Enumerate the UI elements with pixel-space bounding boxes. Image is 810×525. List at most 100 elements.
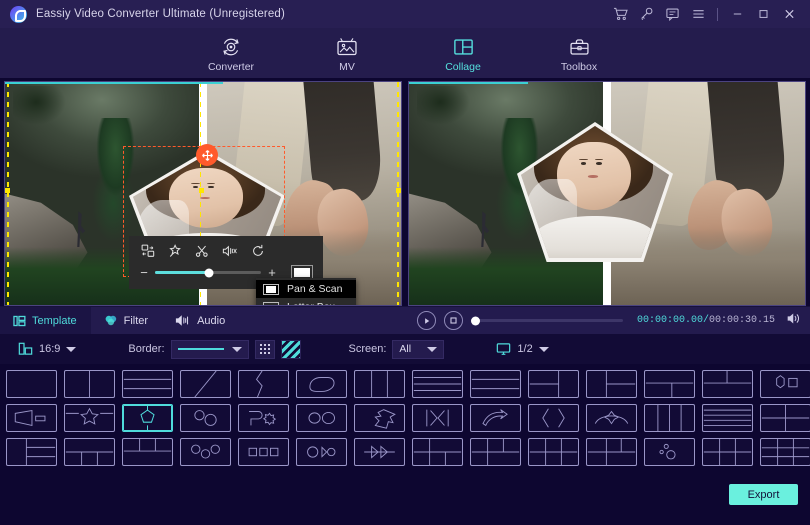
- close-button[interactable]: [776, 1, 802, 27]
- template-flag-shape[interactable]: [6, 404, 57, 432]
- template-three-squares[interactable]: [238, 438, 289, 466]
- converter-icon: [220, 36, 242, 58]
- template-two-circles-a[interactable]: [180, 404, 231, 432]
- template-fan-shape[interactable]: [586, 404, 637, 432]
- dropdown-label-letter-box: Letter Box: [287, 301, 335, 305]
- template-hex-square[interactable]: [760, 370, 810, 398]
- template-pentagon[interactable]: [122, 404, 173, 432]
- options-bar: 16:9 Border: Screen: All 1/2: [0, 334, 810, 364]
- stop-button[interactable]: [444, 311, 463, 330]
- guide-line-left: [7, 82, 9, 305]
- page-control[interactable]: 1/2: [496, 342, 549, 356]
- dropdown-item-pan-scan[interactable]: Pan & Scan: [256, 280, 356, 298]
- screen-chevron-down-icon[interactable]: [427, 346, 438, 352]
- replace-icon[interactable]: [141, 244, 155, 258]
- feedback-icon[interactable]: [659, 1, 685, 27]
- template-cross-shape[interactable]: [412, 404, 463, 432]
- move-handle[interactable]: [196, 144, 218, 166]
- zoom-out-button[interactable]: −: [139, 266, 149, 279]
- dropdown-item-letter-box[interactable]: Letter Box: [256, 298, 356, 305]
- template-3panel-c[interactable]: [644, 370, 695, 398]
- maximize-button[interactable]: [750, 1, 776, 27]
- template-diagonal[interactable]: [180, 370, 231, 398]
- template-grid-9[interactable]: [760, 438, 810, 466]
- template-3col[interactable]: [354, 370, 405, 398]
- template-2col-left-split[interactable]: [528, 370, 579, 398]
- mv-icon: [335, 36, 359, 58]
- template-bowtie[interactable]: [528, 404, 579, 432]
- output-eye-right: [596, 162, 602, 166]
- template-grid-left-big[interactable]: [64, 438, 115, 466]
- nav-tab-collage[interactable]: Collage: [427, 33, 499, 73]
- minimize-button[interactable]: [724, 1, 750, 27]
- template-grid-4b[interactable]: [470, 438, 521, 466]
- cart-icon[interactable]: [607, 1, 633, 27]
- ratio-value: 16:9: [39, 343, 61, 355]
- template-3row[interactable]: [412, 370, 463, 398]
- template-bubbles[interactable]: [644, 438, 695, 466]
- template-2x2[interactable]: [760, 404, 810, 432]
- key-icon[interactable]: [633, 1, 659, 27]
- play-icon: [424, 317, 429, 324]
- collage-edit-preview[interactable]: − + Pan & Scan Letter Box: [4, 81, 402, 306]
- template-circle-pill[interactable]: [296, 438, 347, 466]
- nav-tab-toolbox[interactable]: Toolbox: [543, 33, 615, 73]
- template-arrows[interactable]: [354, 438, 405, 466]
- nav-tab-converter[interactable]: Converter: [195, 33, 267, 73]
- template-rounded-inset[interactable]: [296, 370, 347, 398]
- template-gear-shape[interactable]: [238, 404, 289, 432]
- total-time: 00:00:30.15: [708, 315, 775, 326]
- template-grid-5a[interactable]: [528, 438, 579, 466]
- collage-output-preview[interactable]: [408, 81, 806, 306]
- border-style-select[interactable]: [170, 339, 249, 359]
- template-3panel-b[interactable]: [586, 370, 637, 398]
- mute-icon[interactable]: [222, 244, 238, 258]
- template-grid-6b[interactable]: [702, 438, 753, 466]
- template-grid-mixed-c[interactable]: [6, 438, 57, 466]
- seek-slider[interactable]: [471, 316, 623, 325]
- zoom-slider-knob[interactable]: [204, 268, 214, 277]
- ratio-control[interactable]: 16:9: [18, 342, 77, 356]
- template-3row-b[interactable]: [470, 370, 521, 398]
- seek-knob[interactable]: [471, 316, 480, 325]
- border-color-picker-button[interactable]: [254, 339, 275, 359]
- template-1x1[interactable]: [6, 370, 57, 398]
- tab-audio[interactable]: Audio: [162, 307, 239, 334]
- letterbox-icon: [263, 301, 279, 305]
- template-4col[interactable]: [644, 404, 695, 432]
- border-pattern-button[interactable]: [280, 339, 301, 359]
- template-grid-4a[interactable]: [412, 438, 463, 466]
- template-star[interactable]: [64, 404, 115, 432]
- border-chevron-down-icon[interactable]: [231, 346, 242, 352]
- template-two-ovals[interactable]: [296, 404, 347, 432]
- zoom-slider[interactable]: [155, 268, 261, 277]
- page-chevron-down-icon[interactable]: [538, 346, 549, 352]
- template-3panel-d[interactable]: [702, 370, 753, 398]
- template-2col[interactable]: [64, 370, 115, 398]
- template-puzzle[interactable]: [354, 404, 405, 432]
- menu-icon[interactable]: [685, 1, 711, 27]
- template-5row[interactable]: [702, 404, 753, 432]
- output-bride-portrait: [521, 126, 669, 258]
- audio-icon: [175, 315, 189, 326]
- rotate-icon[interactable]: [251, 244, 265, 258]
- screen-select[interactable]: All: [392, 339, 445, 359]
- template-ribbon[interactable]: [470, 404, 521, 432]
- nav-tab-mv[interactable]: MV: [311, 33, 383, 73]
- nav-label-toolbox: Toolbox: [560, 61, 598, 73]
- tab-filter[interactable]: Filter: [91, 307, 162, 334]
- scissors-icon[interactable]: [195, 244, 209, 258]
- template-grid-6a[interactable]: [586, 438, 637, 466]
- export-button[interactable]: Export: [729, 484, 798, 505]
- template-grid-bottom-3[interactable]: [122, 438, 173, 466]
- template-arrow-notch[interactable]: [238, 370, 289, 398]
- play-button[interactable]: [417, 311, 436, 330]
- color-grid-icon: [259, 344, 270, 354]
- magic-wand-icon[interactable]: [168, 244, 182, 258]
- volume-button[interactable]: [783, 312, 810, 330]
- screen-control: Screen: All: [349, 339, 445, 359]
- template-2row-split[interactable]: [122, 370, 173, 398]
- ratio-chevron-down-icon[interactable]: [66, 346, 77, 352]
- tab-template[interactable]: Template: [0, 307, 91, 334]
- template-three-circles[interactable]: [180, 438, 231, 466]
